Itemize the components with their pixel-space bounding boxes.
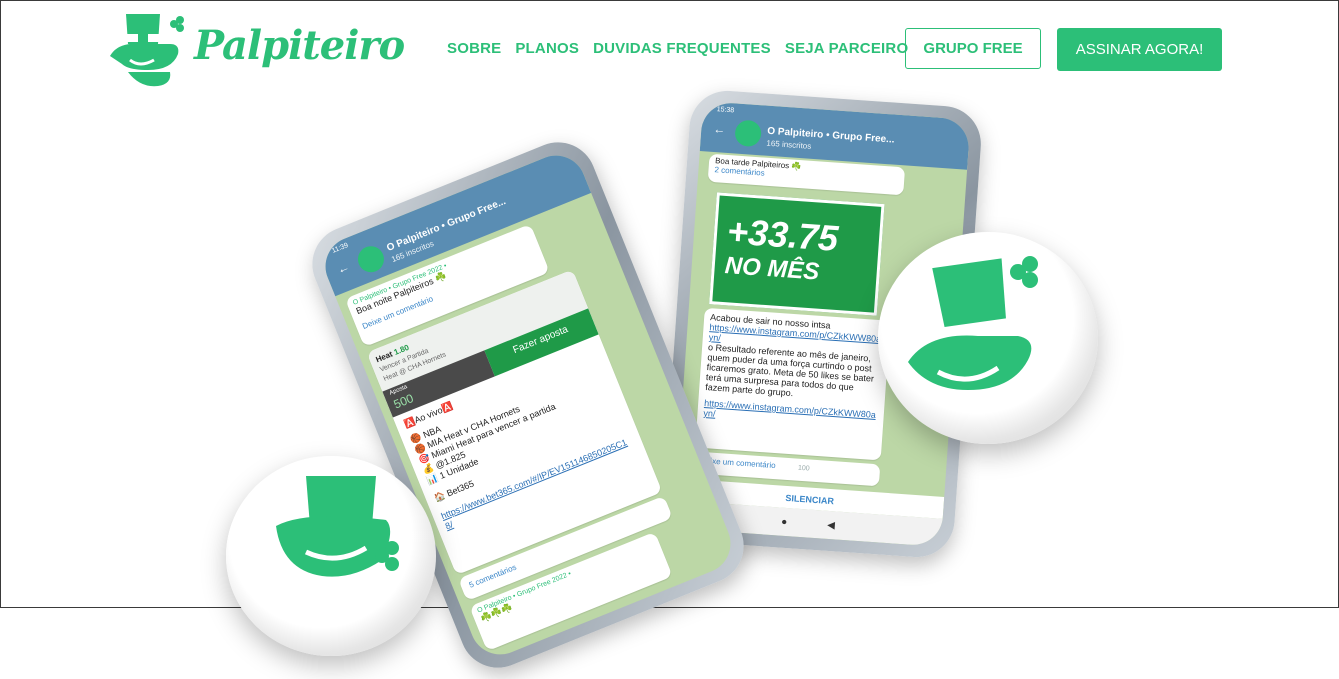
home-button-icon[interactable]: ● — [781, 516, 788, 527]
palpiteiro-logo[interactable]: Palpiteiro — [108, 10, 405, 90]
back-arrow-icon[interactable]: ← — [713, 122, 726, 137]
logo-coin-right — [878, 232, 1098, 444]
instagram-link[interactable]: https://www.instagram.com/p/CZkKWW80ayn/ — [703, 398, 878, 430]
view-count: 100 — [797, 464, 810, 473]
promo-image: +33.75 NO MÊS — [709, 192, 885, 316]
nav-sobre[interactable]: SOBRE — [447, 40, 501, 57]
promo-subtitle: NO MÊS — [723, 252, 821, 286]
nav-seja-parceiro[interactable]: SEJA PARCEIRO — [785, 40, 908, 57]
leprechaun-hat-icon — [110, 14, 184, 87]
mute-button[interactable]: SILENCIAR — [785, 493, 834, 506]
status-time: 15:38 — [716, 106, 735, 115]
site-header: Palpiteiro SOBRE PLANOS DUVIDAS FREQUENT… — [0, 0, 1339, 100]
grupo-free-button[interactable]: GRUPO FREE — [905, 28, 1041, 69]
nav-planos[interactable]: PLANOS — [515, 40, 579, 57]
message-body: o Resultado referente ao mês de janeiro,… — [704, 342, 875, 399]
leprechaun-hat-icon — [908, 256, 1038, 390]
channel-subscribers: 165 inscritos — [766, 138, 812, 151]
back-button-icon[interactable]: ◀ — [827, 519, 835, 531]
logo-coin-left — [226, 456, 436, 656]
channel-avatar — [354, 242, 388, 277]
channel-avatar — [734, 119, 762, 148]
main-nav: SOBRE PLANOS DUVIDAS FREQUENTES SEJA PAR… — [447, 40, 922, 57]
brand-wordmark: Palpiteiro — [194, 22, 405, 69]
message-bubble: Acabou de sair no nosso intsa https://ww… — [695, 307, 891, 461]
status-time: 11:39 — [330, 242, 350, 255]
leprechaun-hat-icon — [276, 476, 399, 577]
back-arrow-icon[interactable]: ← — [335, 259, 351, 276]
nav-duvidas-frequentes[interactable]: DUVIDAS FREQUENTES — [593, 40, 771, 57]
assinar-agora-button[interactable]: ASSINAR AGORA! — [1057, 28, 1222, 71]
